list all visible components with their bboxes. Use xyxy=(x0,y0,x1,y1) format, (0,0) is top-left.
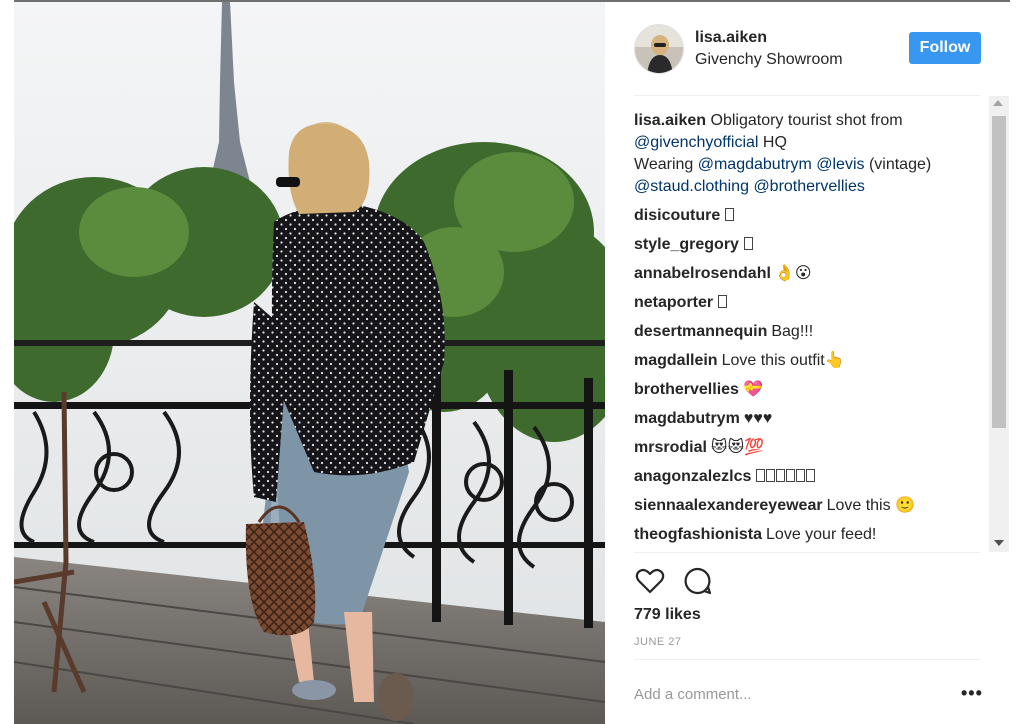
post-photo[interactable] xyxy=(14,2,605,724)
comment-bubble-icon[interactable] xyxy=(682,565,714,597)
caption-text: HQ xyxy=(758,134,787,151)
caption-line: lisa.aiken Obligatory tourist shot from xyxy=(634,110,986,132)
comment-row: magdallein Love this outfit👆 xyxy=(634,350,986,379)
missing-emoji-glyph-icon xyxy=(776,469,786,482)
header-divider xyxy=(634,95,980,96)
missing-emoji-glyph-icon xyxy=(786,469,796,482)
comment-username[interactable]: netaporter xyxy=(634,294,713,311)
comment-username[interactable]: magdabutrym xyxy=(634,410,740,427)
mention-link[interactable]: @brothervellies xyxy=(753,178,864,195)
scroll-thumb[interactable] xyxy=(992,116,1006,428)
comment-text: Bag!!! xyxy=(771,323,814,340)
caption-line: @staud.clothing @brothervellies xyxy=(634,176,986,198)
comment-username[interactable]: siennaalexandereyewear xyxy=(634,497,823,514)
comment-text: ♥♥♥ xyxy=(743,410,773,427)
missing-emoji-glyph-icon xyxy=(806,469,816,482)
missing-emoji-glyph-icon xyxy=(756,469,766,482)
comment-row: netaporter xyxy=(634,292,986,321)
mention-link[interactable]: @magdabutrym xyxy=(698,156,812,173)
post-header: lisa.aiken Givenchy Showroom Follow xyxy=(605,2,1010,95)
comment-username[interactable]: mrsrodial xyxy=(634,439,707,456)
caption: lisa.aiken Obligatory tourist shot from … xyxy=(634,110,986,198)
username-link[interactable]: lisa.aiken xyxy=(695,29,767,47)
missing-emoji-glyph-icon xyxy=(725,208,735,221)
comment-username[interactable]: annabelrosendahl xyxy=(634,265,771,282)
comment-username[interactable]: magdallein xyxy=(634,352,718,369)
caption-text: Wearing xyxy=(634,156,698,173)
mention-link[interactable]: @levis xyxy=(816,156,864,173)
caption-text: Obligatory tourist shot from xyxy=(710,112,903,129)
comment-text: Love this 🙂 xyxy=(826,497,915,514)
caption-line: @givenchyofficial HQ xyxy=(634,132,986,154)
comment-text: Love this outfit👆 xyxy=(721,352,845,369)
missing-emoji-glyph-icon xyxy=(718,295,728,308)
comment-row: magdabutrym ♥♥♥ xyxy=(634,408,986,437)
scroll-up-arrow-icon[interactable] xyxy=(993,100,1003,106)
post-date: JUNE 27 xyxy=(634,636,682,648)
mention-link[interactable]: @staud.clothing xyxy=(634,178,749,195)
comment-text: 👌😮 xyxy=(774,265,812,282)
footer-divider xyxy=(634,659,980,660)
comment-row: anagonzalezlcs xyxy=(634,466,986,495)
comment-row: desertmannequin Bag!!! xyxy=(634,321,986,350)
scroll-down-arrow-icon[interactable] xyxy=(994,540,1004,546)
comment-row: mrsrodial 😻😻💯 xyxy=(634,437,986,466)
comments-divider xyxy=(634,552,980,553)
missing-emoji-glyph-icon xyxy=(743,237,753,250)
comment-row: theogfashionista Love your feed! xyxy=(634,524,986,550)
comments-list[interactable]: lisa.aiken Obligatory tourist shot from … xyxy=(634,110,986,550)
caption-username[interactable]: lisa.aiken xyxy=(634,112,706,129)
comment-username[interactable]: anagonzalezlcs xyxy=(634,468,751,485)
missing-emoji-glyph-icon xyxy=(766,469,776,482)
caption-line: Wearing @magdabutrym @levis (vintage) xyxy=(634,154,986,176)
comment-username[interactable]: style_gregory xyxy=(634,236,739,253)
comment-text: 💝 xyxy=(742,381,763,398)
avatar[interactable] xyxy=(634,24,684,74)
location-link[interactable]: Givenchy Showroom xyxy=(695,51,843,69)
comment-text: Love your feed! xyxy=(766,526,877,543)
comment-username[interactable]: disicouture xyxy=(634,207,720,224)
comment-row: disicouture xyxy=(634,205,986,234)
caption-text: (vintage) xyxy=(864,156,932,173)
add-comment-input[interactable] xyxy=(634,682,934,706)
comment-text: 😻😻💯 xyxy=(710,439,765,456)
comment-row: annabelrosendahl 👌😮 xyxy=(634,263,986,292)
comments-scrollbar[interactable] xyxy=(989,96,1009,552)
comment-username[interactable]: desertmannequin xyxy=(634,323,767,340)
comment-row: siennaalexandereyewear Love this 🙂 xyxy=(634,495,986,524)
post-sidebar: lisa.aiken Givenchy Showroom Follow lisa… xyxy=(605,2,1010,724)
heart-icon[interactable] xyxy=(634,565,666,597)
likes-count[interactable]: 779 likes xyxy=(634,606,701,624)
comment-username[interactable]: theogfashionista xyxy=(634,526,762,543)
action-bar xyxy=(634,565,754,599)
comment-row: style_gregory xyxy=(634,234,986,263)
comment-username[interactable]: brothervellies xyxy=(634,381,739,398)
comment-row: brothervellies 💝 xyxy=(634,379,986,408)
mention-link[interactable]: @givenchyofficial xyxy=(634,134,758,151)
missing-emoji-glyph-icon xyxy=(796,469,806,482)
follow-button[interactable]: Follow xyxy=(909,32,981,64)
more-options-icon[interactable]: ••• xyxy=(961,683,983,704)
